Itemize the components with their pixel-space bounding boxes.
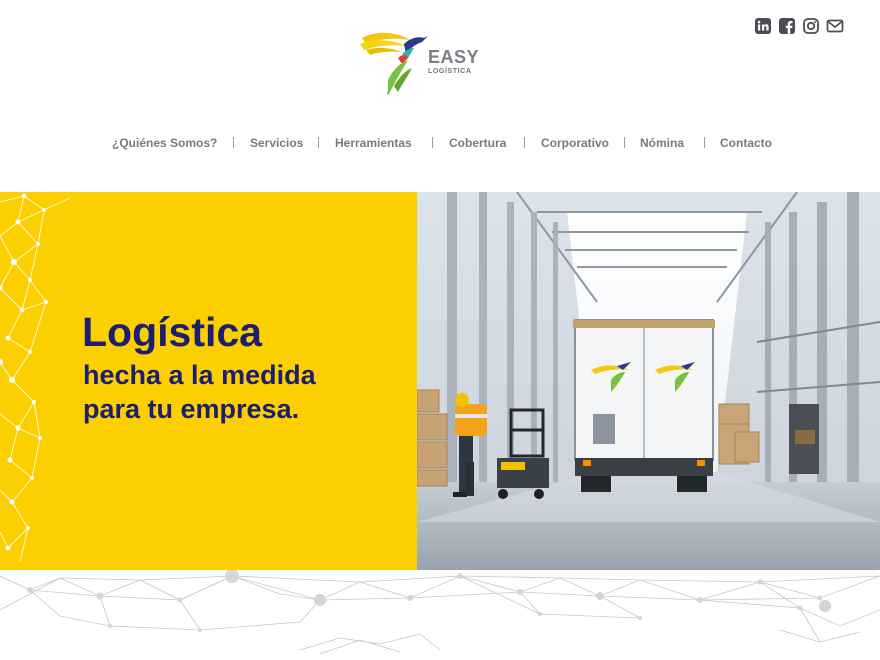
facebook-icon[interactable] [778, 17, 796, 35]
nav-divider [432, 137, 433, 148]
nav-item-nomina[interactable]: Nómina [640, 136, 684, 150]
hummingbird-logo-icon [360, 32, 428, 95]
nav-divider [318, 137, 319, 148]
nav-item-contacto[interactable]: Contacto [720, 136, 772, 150]
brand-name: EASY [428, 47, 480, 67]
hero-title: Logística [82, 309, 262, 355]
warehouse-truck-image [417, 192, 880, 570]
brand-tagline: LOGÍSTICA [428, 68, 472, 75]
instagram-icon[interactable] [802, 17, 820, 35]
social-links [754, 17, 844, 35]
nav-item-servicios[interactable]: Servicios [250, 136, 303, 150]
nav-item-corporativo[interactable]: Corporativo [541, 136, 609, 150]
hero-subtitle-line-2: para tu empresa. [83, 394, 300, 424]
nav-divider [524, 137, 525, 148]
nav-divider [233, 137, 234, 148]
nav-item-cobertura[interactable]: Cobertura [449, 136, 506, 150]
main-nav: ¿Quiénes Somos? Servicios Herramientas C… [0, 136, 880, 152]
hero-subtitle-line-1: hecha a la medida [83, 360, 316, 390]
mail-icon[interactable] [826, 17, 844, 35]
nav-item-quienes-somos[interactable]: ¿Quiénes Somos? [112, 136, 217, 150]
hero-text-panel: Logística hecha a la medida para tu empr… [0, 192, 417, 570]
nav-divider [704, 137, 705, 148]
hero-warehouse-image [417, 192, 880, 570]
linkedin-icon[interactable] [754, 17, 772, 35]
brand-logo[interactable]: EASY LOGÍSTICA [358, 24, 488, 100]
nav-item-herramientas[interactable]: Herramientas [335, 136, 412, 150]
network-pattern-footer [0, 570, 880, 655]
nav-divider [624, 137, 625, 148]
network-pattern [0, 193, 71, 563]
